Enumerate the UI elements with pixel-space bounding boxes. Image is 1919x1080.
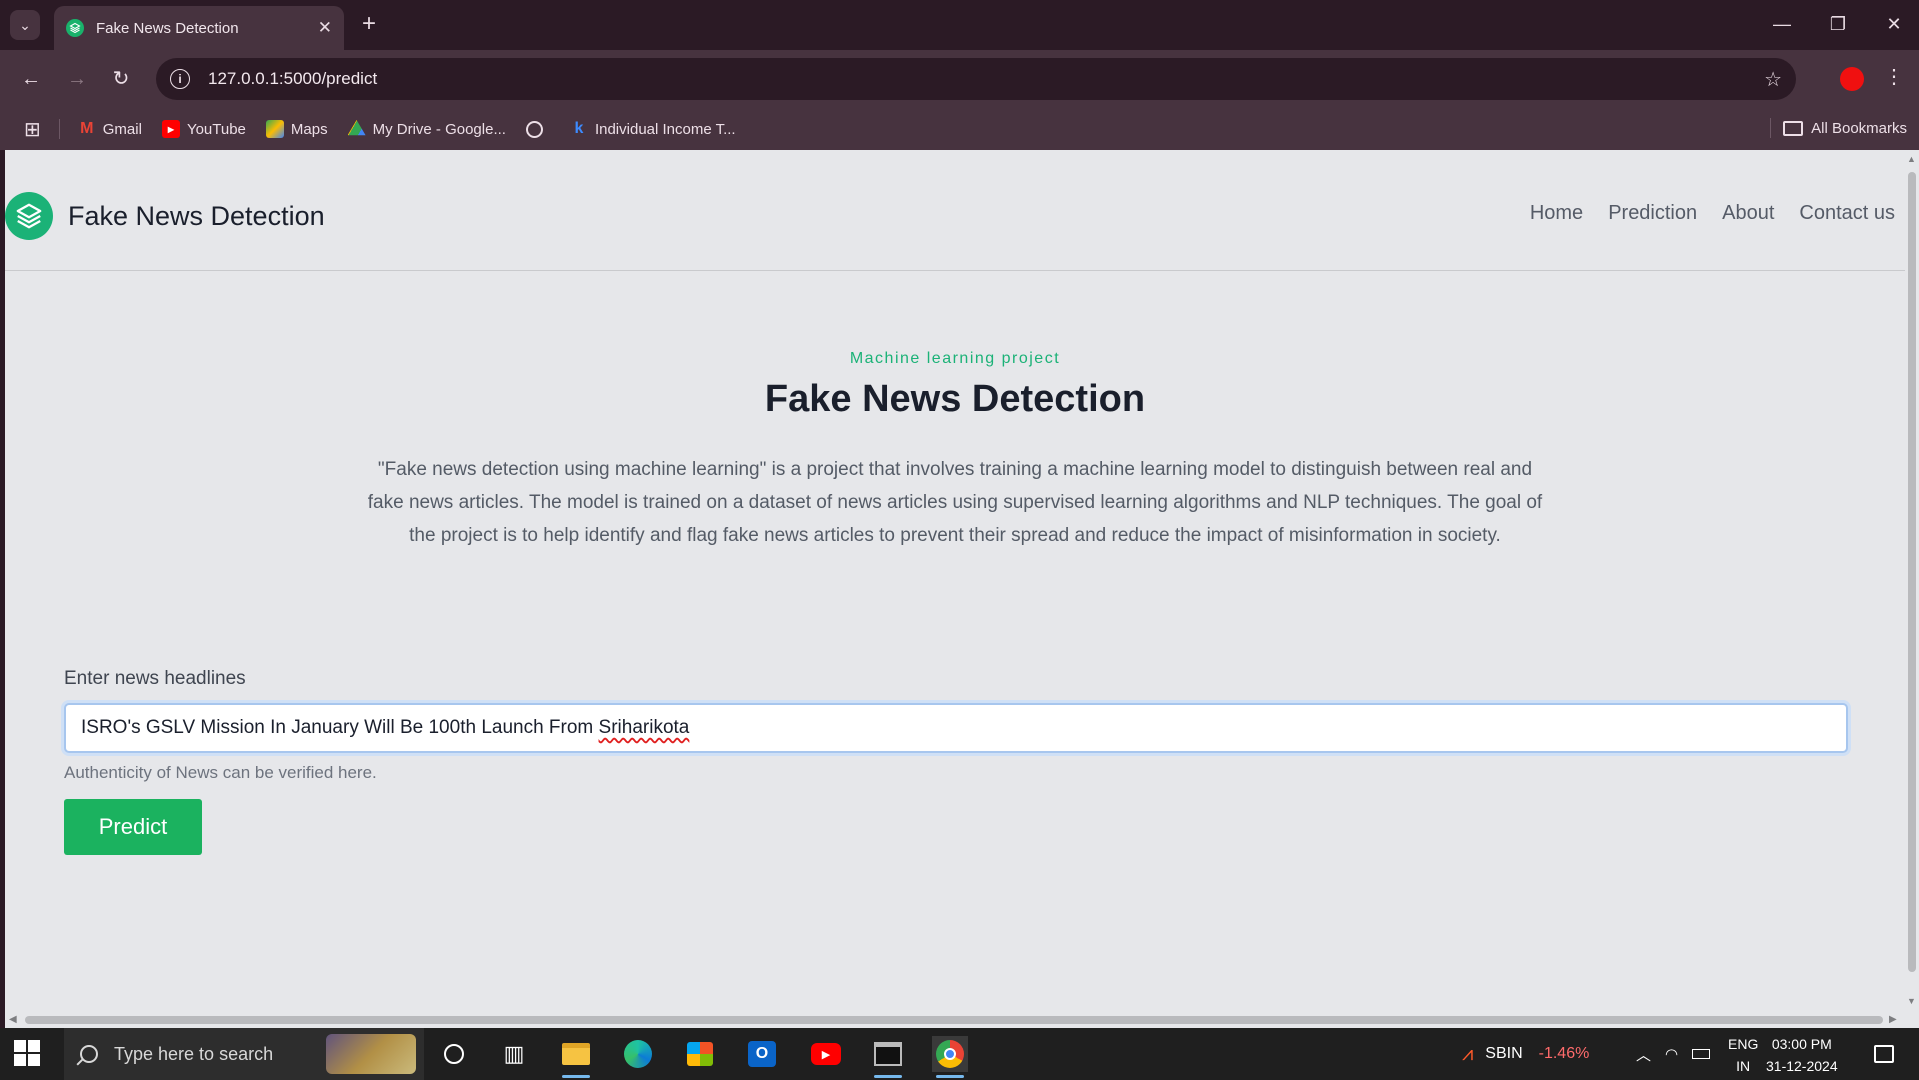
bookmark-youtube[interactable]: ▶ YouTube [161, 120, 246, 138]
bookmarks-bar: ⊞ M Gmail ▶ YouTube Maps My Drive - Goog… [0, 108, 1919, 150]
browser-tabstrip: ⌄ Fake News Detection ✕ + — ❐ ✕ [0, 0, 1919, 50]
reload-button[interactable]: ↻ [106, 64, 136, 94]
project-description: "Fake news detection using machine learn… [367, 459, 1543, 546]
browser-tab-active[interactable]: Fake News Detection ✕ [54, 6, 344, 50]
profile-avatar[interactable] [1840, 67, 1864, 91]
edge-icon[interactable] [620, 1036, 656, 1072]
bookmark-gmail[interactable]: M Gmail [78, 120, 142, 138]
forward-button[interactable]: → [62, 64, 92, 94]
site-header: Fake News Detection Home Prediction Abou… [5, 150, 1905, 271]
chrome-icon[interactable] [932, 1036, 968, 1078]
task-view-icon[interactable]: ▥ [496, 1036, 532, 1072]
scroll-down-icon[interactable]: ▼ [1907, 996, 1916, 1006]
site-nav: Home Prediction About Contact us [1530, 202, 1895, 225]
url-text[interactable]: 127.0.0.1:5000/predict [208, 69, 377, 89]
headline-input[interactable]: ISRO's GSLV Mission In January Will Be 1… [64, 703, 1848, 753]
folder-icon [1783, 120, 1804, 136]
language-indicator[interactable]: ENG IN [1728, 1033, 1758, 1077]
bookmark-individual-income[interactable]: k Individual Income T... [570, 120, 736, 138]
tab-title: Fake News Detection [96, 19, 239, 37]
help-text: Authenticity of News can be verified her… [64, 763, 377, 782]
page-title: Fake News Detection [764, 378, 1146, 420]
site-favicon-icon [66, 19, 84, 37]
site-brand[interactable]: Fake News Detection [5, 192, 325, 240]
taskbar-search[interactable]: Type here to search [64, 1028, 424, 1080]
gmail-icon: M [80, 120, 94, 137]
back-button[interactable]: ← [16, 64, 46, 94]
show-hidden-icons-icon[interactable]: ︿ [1636, 1044, 1651, 1065]
nav-contact[interactable]: Contact us [1799, 202, 1895, 225]
terminal-icon[interactable] [870, 1036, 906, 1078]
store-icon[interactable] [682, 1036, 718, 1072]
drive-icon [347, 120, 366, 136]
close-window-button[interactable]: ✕ [1874, 8, 1914, 40]
scroll-right-icon[interactable]: ▶ [1889, 1014, 1897, 1025]
tab-close-icon[interactable]: ✕ [318, 18, 332, 38]
youtube-icon: ▶ [161, 120, 180, 138]
site-info-icon[interactable]: i [170, 69, 190, 89]
taskbar-search-placeholder: Type here to search [114, 1043, 274, 1064]
file-explorer-icon[interactable] [558, 1036, 594, 1078]
nav-home[interactable]: Home [1530, 202, 1583, 225]
new-tab-button[interactable]: + [356, 12, 382, 38]
youtube-app-icon[interactable]: ▶ [808, 1036, 844, 1072]
cortana-icon[interactable] [436, 1036, 472, 1072]
stock-symbol: SBIN [1485, 1045, 1523, 1062]
wifi-icon[interactable]: ◠ [1665, 1045, 1678, 1063]
bookmark-maps[interactable]: Maps [265, 120, 328, 138]
search-highlight-image [326, 1034, 416, 1074]
stock-trend-icon: ⩘ [1462, 1042, 1474, 1065]
bookmark-star-icon[interactable]: ☆ [1764, 67, 1782, 92]
tab-search-button[interactable]: ⌄ [10, 10, 40, 40]
k-icon: k [574, 120, 584, 137]
stock-change: -1.46% [1538, 1045, 1590, 1062]
minimize-button[interactable]: — [1762, 8, 1802, 40]
outlook-icon[interactable]: O [744, 1036, 780, 1072]
nav-about[interactable]: About [1722, 202, 1774, 225]
hero-section: Machine learning project Fake News Detec… [5, 350, 1905, 552]
search-icon [80, 1045, 98, 1063]
stock-widget[interactable]: ⩘ SBIN -1.46% [1462, 1028, 1589, 1080]
headline-input-text: ISRO's GSLV Mission In January Will Be 1… [81, 717, 599, 738]
clock[interactable]: 03:00 PM 31-12-2024 [1766, 1033, 1838, 1077]
windows-start-icon[interactable] [14, 1040, 40, 1066]
bookmark-globe[interactable] [525, 120, 550, 138]
vertical-scroll-thumb[interactable] [1908, 172, 1916, 972]
browser-toolbar: ← → ↻ i 127.0.0.1:5000/predict ☆ ⋮ [0, 50, 1919, 108]
misspelled-word: Sriharikota [598, 717, 690, 738]
horizontal-scrollbar[interactable]: ◀ ▶ [5, 1012, 1919, 1028]
system-tray: ︿ ◠ [1636, 1028, 1711, 1080]
windows-taskbar: Type here to search ▥ O ▶ ⩘ SBIN -1.46% … [0, 1028, 1919, 1080]
apps-grid-icon[interactable]: ⊞ [24, 117, 41, 142]
eyebrow-text: Machine learning project [849, 350, 1061, 367]
address-bar[interactable]: i 127.0.0.1:5000/predict ☆ [156, 58, 1796, 100]
restore-button[interactable]: ❐ [1818, 8, 1858, 40]
browser-menu-icon[interactable]: ⋮ [1884, 64, 1904, 89]
bookmarks-divider-right [1770, 118, 1772, 138]
bookmark-my-drive[interactable]: My Drive - Google... [347, 120, 506, 138]
all-bookmarks-button[interactable]: All Bookmarks [1770, 118, 1907, 138]
notification-icon[interactable] [1866, 1036, 1902, 1072]
layers-logo-icon [5, 192, 53, 240]
predict-button[interactable]: Predict [64, 799, 202, 855]
clock-date: 31-12-2024 [1766, 1058, 1838, 1074]
maps-icon [265, 120, 284, 138]
vertical-scrollbar[interactable]: ▲ ▼ [1905, 150, 1919, 1012]
globe-icon [525, 120, 543, 138]
headline-label: Enter news headlines [64, 668, 246, 689]
brand-name: Fake News Detection [68, 200, 325, 231]
prediction-form: Enter news headlines ISRO's GSLV Mission… [64, 668, 1848, 855]
page-viewport: Fake News Detection Home Prediction Abou… [5, 150, 1905, 1012]
bookmarks-divider [58, 119, 60, 139]
battery-icon[interactable] [1692, 1049, 1711, 1059]
nav-prediction[interactable]: Prediction [1608, 202, 1697, 225]
scroll-up-icon[interactable]: ▲ [1907, 154, 1916, 164]
scroll-left-icon[interactable]: ◀ [9, 1014, 17, 1025]
chevron-down-icon: ⌄ [19, 16, 31, 33]
horizontal-scroll-thumb[interactable] [25, 1016, 1883, 1024]
clock-time: 03:00 PM [1771, 1036, 1832, 1052]
